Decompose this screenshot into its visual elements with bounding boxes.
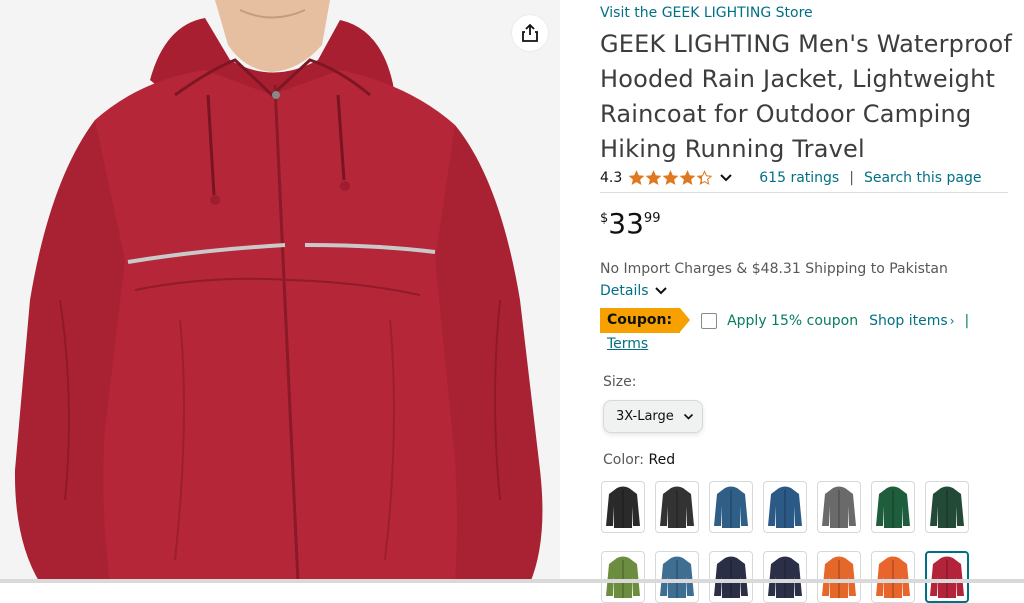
share-button[interactable] [512, 15, 548, 51]
color-label: Color: Red [603, 452, 675, 468]
shop-items-link[interactable]: Shop items [869, 313, 948, 329]
jacket-thumbnail [768, 556, 802, 598]
star-rating[interactable] [628, 170, 713, 186]
chevron-down-icon [654, 286, 668, 296]
coupon-row: Coupon: Apply 15% coupon Shop items › | [600, 308, 969, 333]
store-link[interactable]: Visit the GEEK LIGHTING Store [600, 5, 813, 21]
color-swatch[interactable] [655, 551, 699, 603]
price-whole: 33 [608, 207, 644, 240]
price-fraction: 99 [643, 211, 661, 226]
jacket-thumbnail [930, 556, 964, 598]
shipping-info: No Import Charges & $48.31 Shipping to P… [600, 261, 948, 277]
jacket-thumbnail [768, 486, 802, 528]
size-dropdown[interactable]: 3X-Large [603, 400, 703, 433]
rating-value: 4.3 [600, 170, 623, 186]
color-selected-value: Red [648, 452, 676, 468]
share-icon [522, 23, 538, 42]
rating-row: 4.3 615 ratings | Search this page [600, 167, 1008, 189]
color-swatch[interactable] [817, 551, 861, 603]
separator: | [964, 312, 970, 329]
ratings-count-link[interactable]: 615 ratings [759, 170, 839, 186]
color-swatch[interactable] [925, 551, 969, 603]
color-label-text: Color: [603, 452, 645, 468]
jacket-thumbnail [714, 556, 748, 598]
star-icon [645, 170, 662, 186]
color-swatch[interactable] [925, 481, 969, 533]
terms-link[interactable]: Terms [607, 336, 648, 352]
color-swatch[interactable] [763, 551, 807, 603]
price-symbol: $ [600, 211, 609, 226]
jacket-thumbnail [822, 486, 856, 528]
star-icon [679, 170, 696, 186]
color-swatch[interactable] [871, 551, 915, 603]
product-title: GEEK LIGHTING Men's Waterproof Hooded Ra… [600, 30, 1013, 163]
star-icon [696, 170, 713, 186]
star-icon [628, 170, 645, 186]
apply-coupon-label[interactable]: Apply 15% coupon [727, 313, 858, 329]
separator: | [849, 170, 854, 186]
jacket-thumbnail [876, 486, 910, 528]
color-swatch[interactable] [601, 551, 645, 603]
color-swatch[interactable] [817, 481, 861, 533]
jacket-thumbnail [660, 556, 694, 598]
jacket-thumbnail [930, 486, 964, 528]
chevron-down-icon[interactable] [719, 173, 733, 183]
chevron-right-icon: › [949, 313, 955, 328]
coupon-checkbox[interactable] [701, 312, 718, 329]
color-swatch[interactable] [871, 481, 915, 533]
divider [600, 192, 1008, 193]
jacket-thumbnail [822, 556, 856, 598]
color-swatch[interactable] [655, 481, 699, 533]
star-icon [662, 170, 679, 186]
jacket-thumbnail [714, 486, 748, 528]
jacket-thumbnail [876, 556, 910, 598]
details-label: Details [600, 283, 649, 299]
jacket-photo [14, 0, 543, 583]
jacket-thumbnail [606, 556, 640, 598]
details-link[interactable]: Details [600, 283, 668, 299]
product-image[interactable] [0, 0, 560, 583]
jacket-thumbnail [660, 486, 694, 528]
search-this-page-link[interactable]: Search this page [864, 170, 982, 186]
chevron-down-icon [683, 413, 694, 421]
color-swatch[interactable] [709, 551, 753, 603]
bottom-scroll-edge [0, 579, 1024, 583]
size-label: Size: [603, 374, 637, 390]
jacket-thumbnail [606, 486, 640, 528]
size-selected-value: 3X-Large [616, 409, 674, 424]
color-swatch[interactable] [763, 481, 807, 533]
color-swatch[interactable] [601, 481, 645, 533]
coupon-badge: Coupon: [600, 308, 691, 333]
color-swatch[interactable] [709, 481, 753, 533]
price: $ 33 99 [600, 207, 660, 241]
